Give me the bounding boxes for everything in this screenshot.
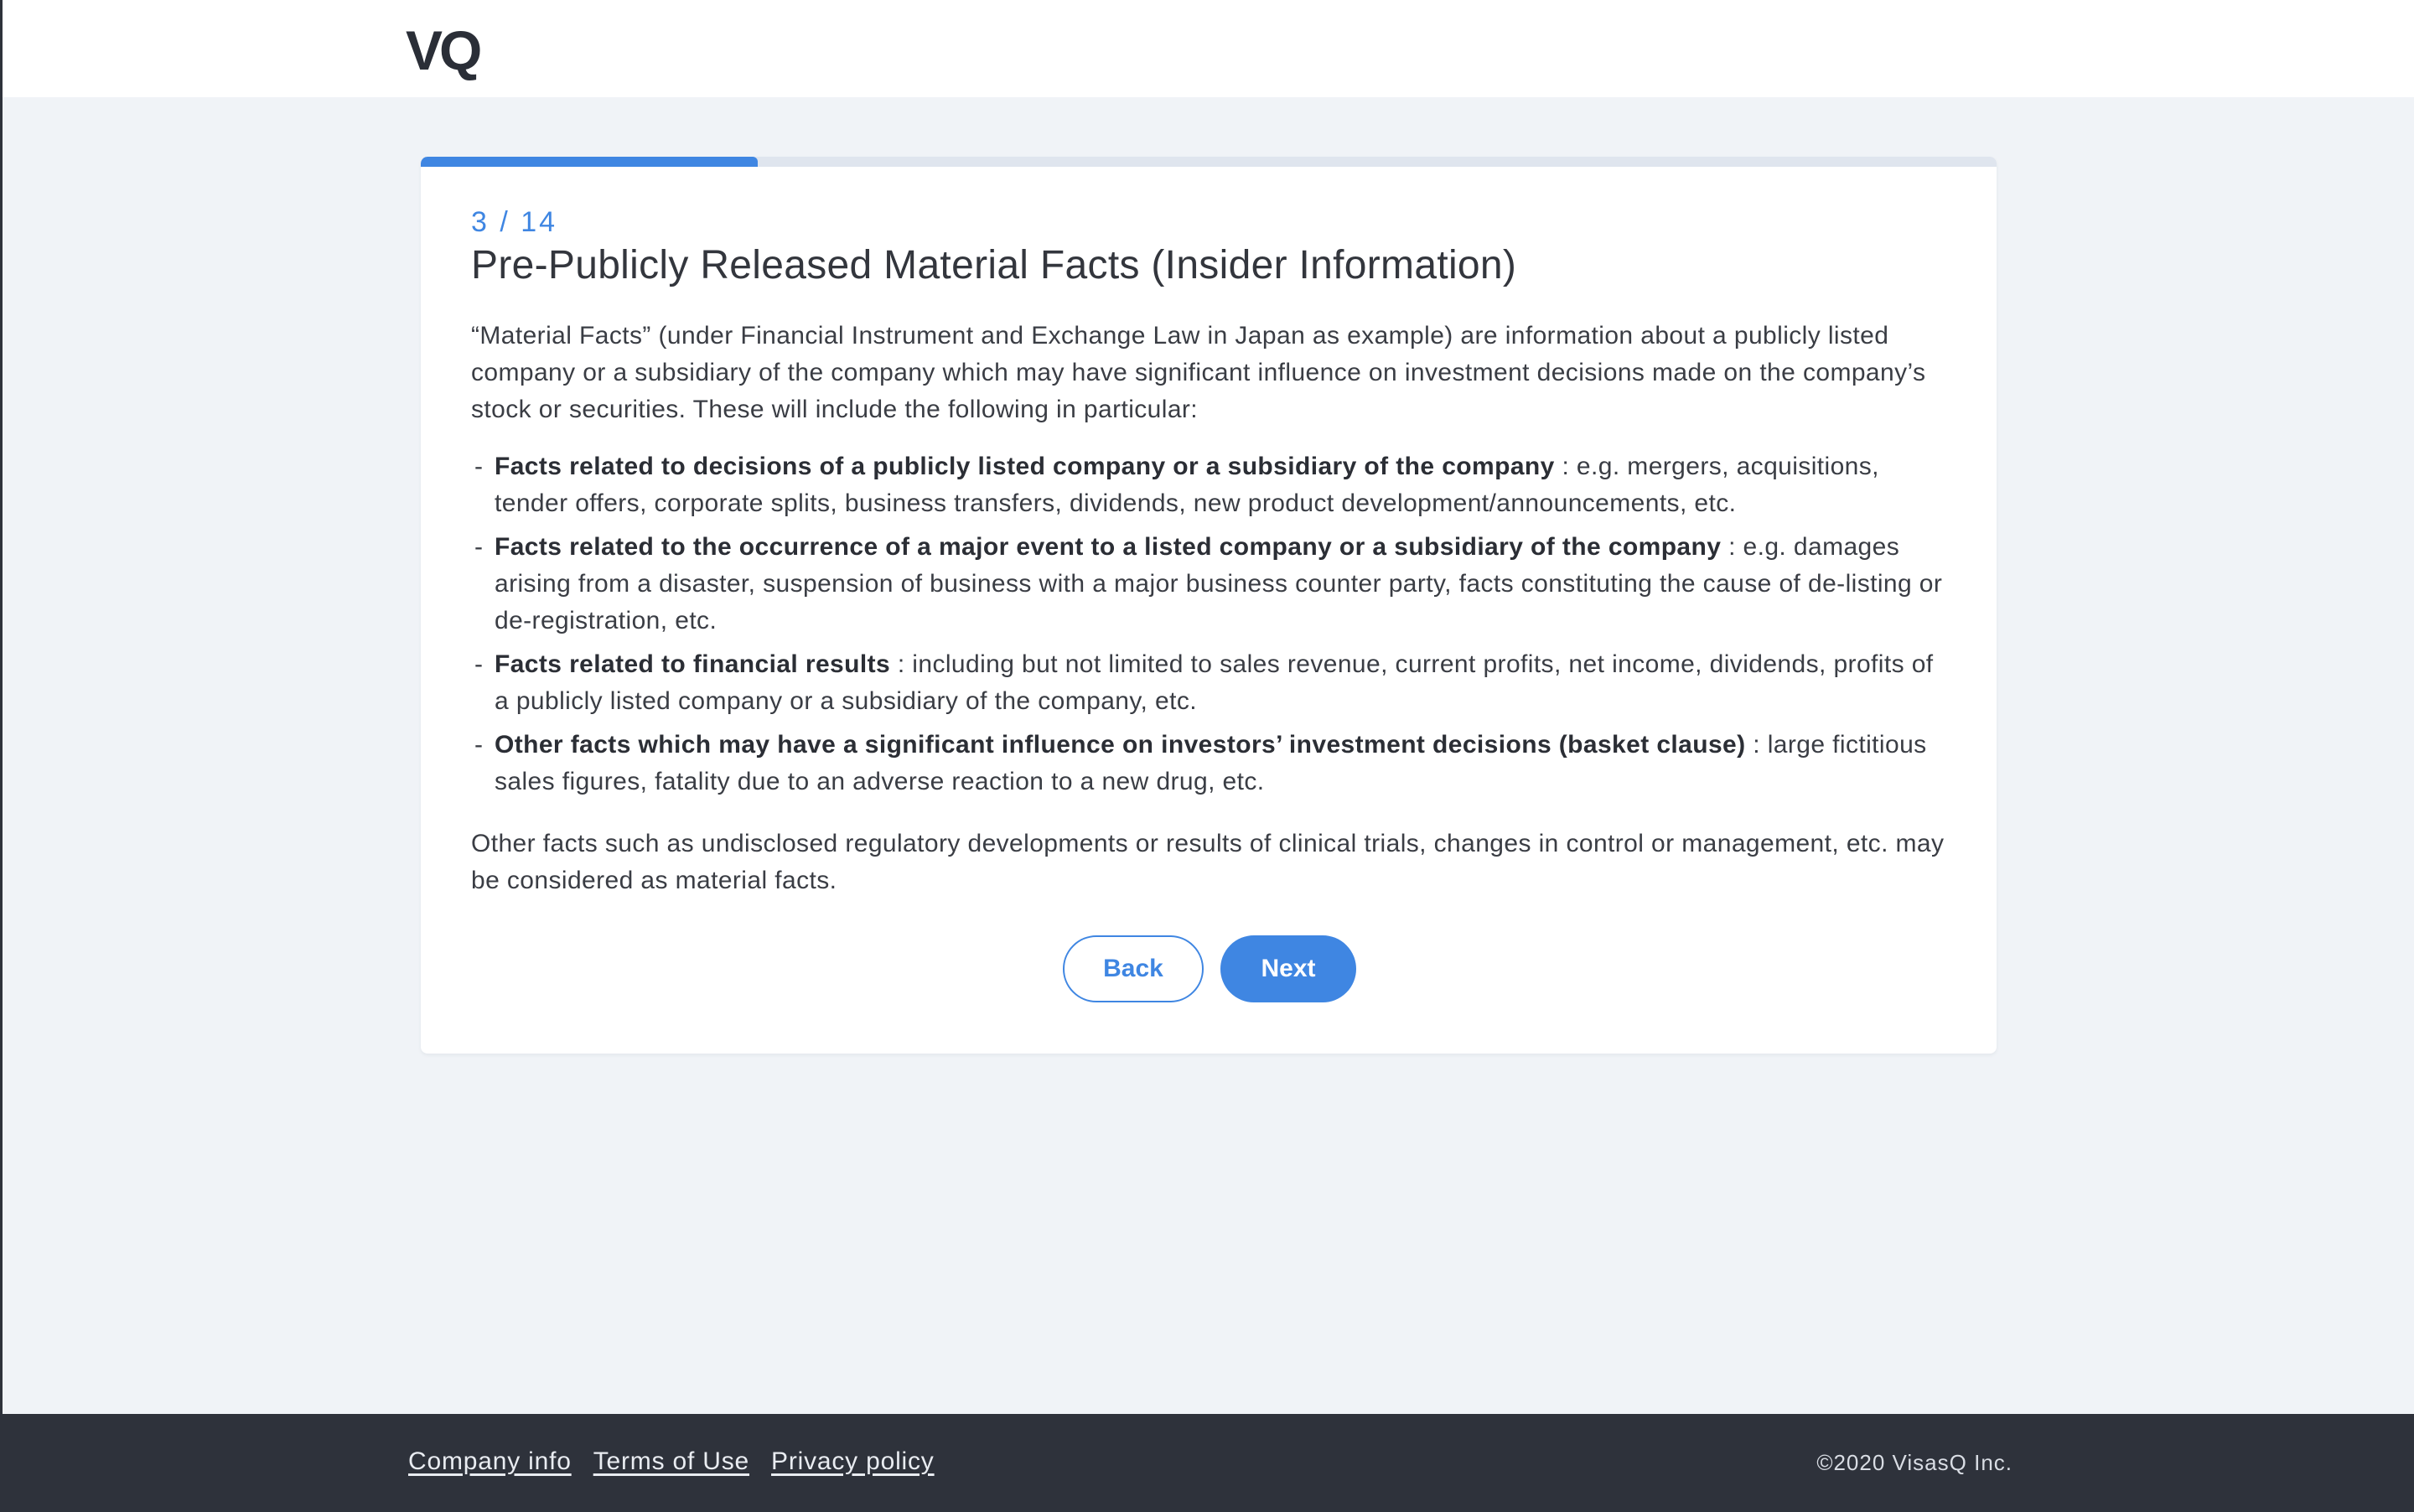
page-title: Pre-Publicly Released Material Facts (In… [471, 243, 1517, 287]
terms-of-use-link[interactable]: Terms of Use [593, 1447, 749, 1476]
top-header: VQ [3, 0, 2414, 97]
list-item: - Facts related to financial results : i… [471, 646, 1946, 720]
privacy-policy-link[interactable]: Privacy policy [771, 1447, 935, 1476]
question-card: 3 / 14 Pre-Publicly Released Material Fa… [421, 157, 1997, 1054]
list-item: - Facts related to the occurrence of a m… [471, 529, 1946, 639]
fact-heading: Facts related to financial results [495, 650, 891, 678]
closing-paragraph: Other facts such as undisclosed regulato… [471, 830, 1945, 894]
progress-bar-fill [421, 157, 759, 167]
list-dash: - [474, 650, 484, 678]
company-info-link[interactable]: Company info [408, 1447, 572, 1476]
card-content: 3 / 14 Pre-Publicly Released Material Fa… [471, 205, 1946, 899]
step-counter: 3 / 14 [471, 206, 558, 238]
window-edge [0, 0, 3, 1512]
fact-heading: Other facts which may have a significant… [495, 731, 1746, 759]
navigation-buttons: Back Next [421, 935, 1997, 1002]
copyright-text: ©2020 VisasQ Inc. [1816, 1450, 2013, 1475]
footer-links: Company info Terms of Use Privacy policy [408, 1447, 935, 1476]
next-button[interactable]: Next [1220, 935, 1356, 1002]
vq-logo[interactable]: VQ [406, 18, 482, 82]
material-facts-list: - Facts related to decisions of a public… [471, 448, 1946, 800]
list-dash: - [474, 533, 484, 561]
progress-bar [421, 157, 1997, 167]
fact-heading: Facts related to decisions of a publicly… [495, 453, 1555, 480]
site-footer: Company info Terms of Use Privacy policy… [0, 1414, 2414, 1512]
back-button[interactable]: Back [1063, 935, 1204, 1002]
intro-paragraph: “Material Facts” (under Financial Instru… [471, 322, 1926, 423]
fact-heading: Facts related to the occurrence of a maj… [495, 533, 1722, 561]
list-dash: - [474, 453, 484, 480]
list-dash: - [474, 731, 484, 759]
list-item: - Facts related to decisions of a public… [471, 448, 1946, 522]
list-item: - Other facts which may have a significa… [471, 727, 1946, 800]
